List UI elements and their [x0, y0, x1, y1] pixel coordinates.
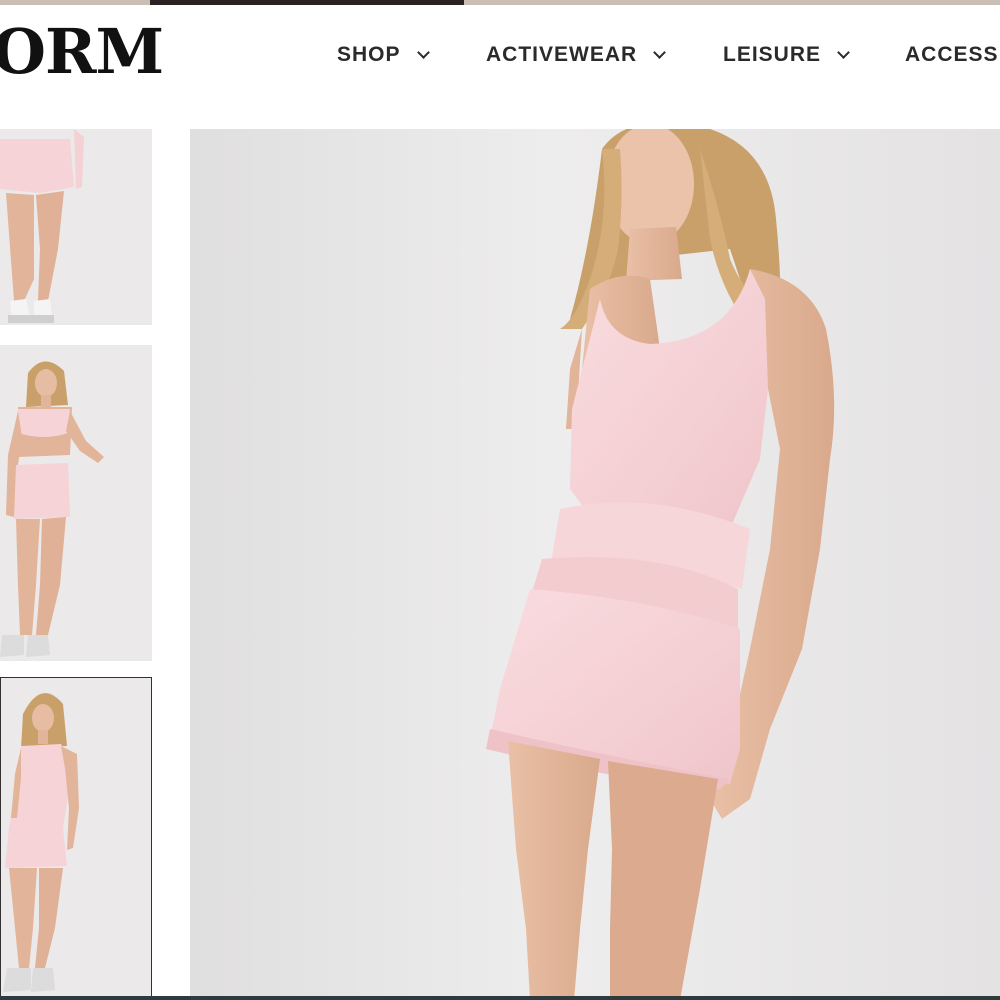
product-main-image[interactable]	[190, 129, 1000, 1000]
chevron-down-icon	[416, 46, 430, 59]
thumbnail-front-tank-dress[interactable]	[0, 677, 152, 1000]
thumbnail-front-crop-top-set[interactable]	[0, 345, 152, 661]
brand-logo[interactable]: ORM	[0, 21, 164, 83]
nav-item-activewear[interactable]: ACTIVEWEAR	[486, 43, 667, 67]
thumbnail-back-view[interactable]	[0, 129, 152, 325]
chevron-down-icon	[837, 46, 850, 59]
thumbnail-gallery	[0, 129, 152, 1000]
model-photo	[1, 678, 150, 998]
nav-item-leisure[interactable]: LEISURE	[723, 43, 850, 67]
model-photo	[0, 129, 152, 325]
model-photo	[0, 345, 152, 661]
bottom-strip	[0, 996, 1000, 1000]
nav-label: ACCESS	[905, 43, 999, 66]
nav-item-accessories[interactable]: ACCESS	[905, 43, 999, 67]
nav-label: SHOP	[337, 43, 401, 66]
site-header: ORM SHOP ACTIVEWEAR LEISURE ACCESS	[0, 5, 1000, 129]
chevron-down-icon	[653, 46, 667, 59]
nav-label: LEISURE	[723, 43, 822, 66]
model-photo	[190, 129, 1000, 1000]
nav-label: ACTIVEWEAR	[486, 43, 638, 66]
nav-item-shop[interactable]: SHOP	[337, 43, 430, 67]
